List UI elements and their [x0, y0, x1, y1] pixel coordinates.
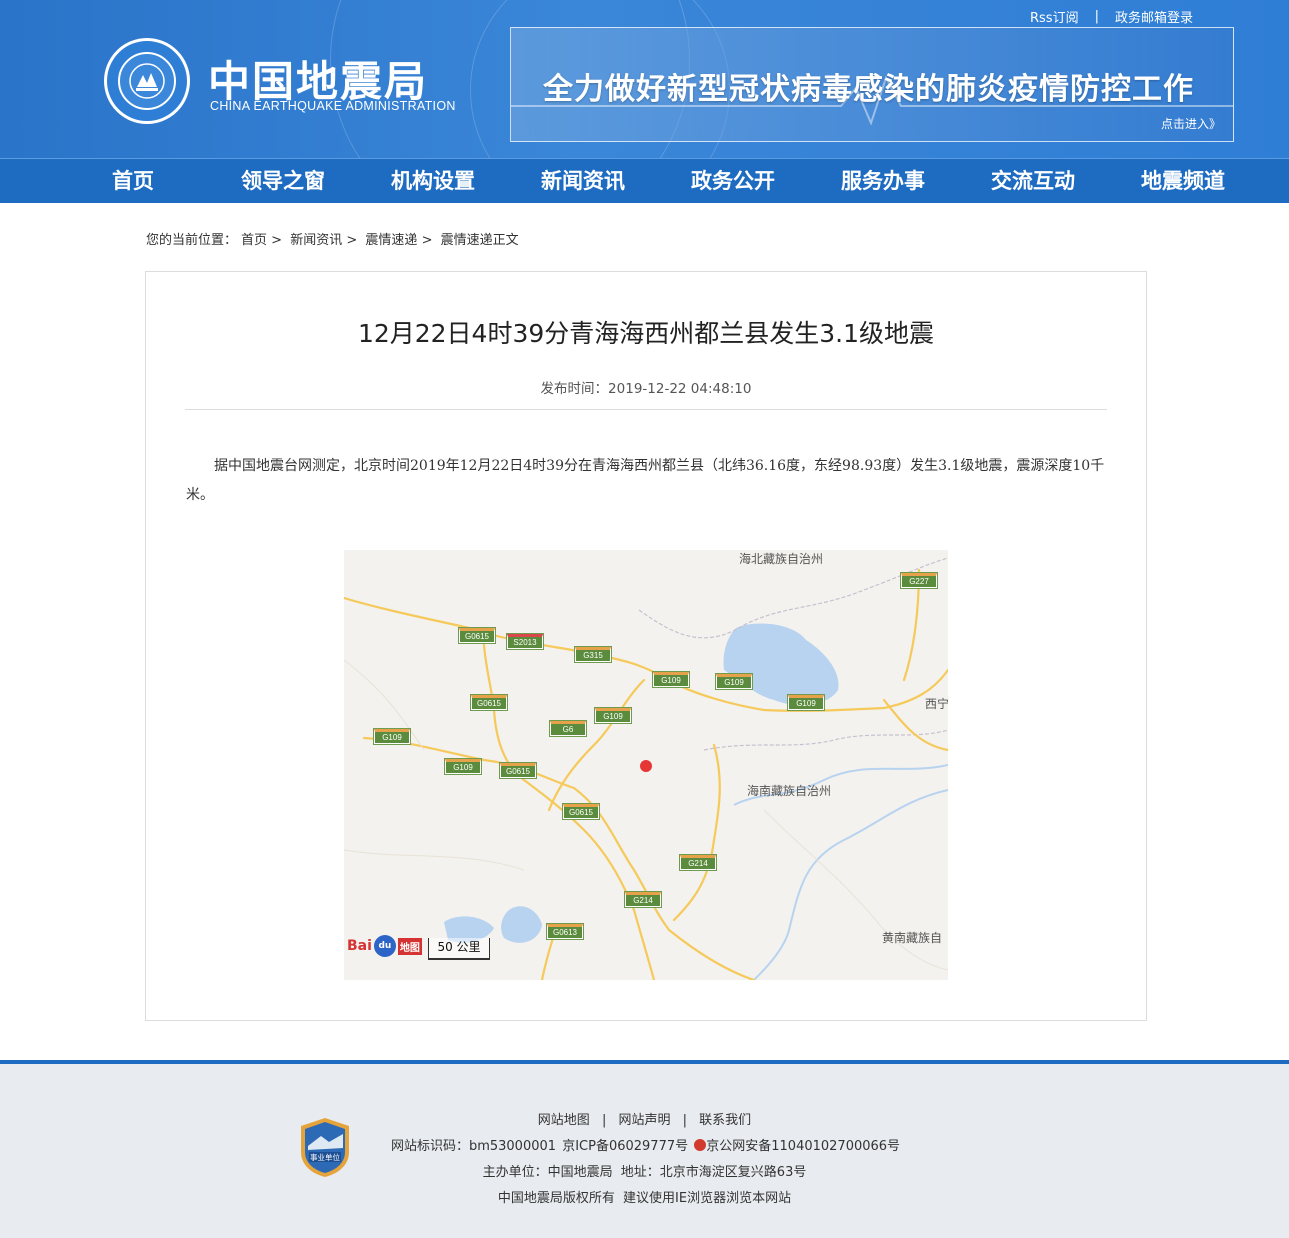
nav-item-news[interactable]: 新闻资讯 — [508, 159, 658, 204]
mail-login-link[interactable]: 政务邮箱登录 — [1115, 7, 1193, 26]
footer-link-statement[interactable]: 网站声明 — [618, 1113, 670, 1128]
road-shield: G0615 — [459, 628, 495, 643]
site-header: Rss订阅 | 政务邮箱登录 中国地震局 CHINA EARTHQUAKE AD… — [0, 0, 1289, 158]
article-title: 12月22日4时39分青海海西州都兰县发生3.1级地震 — [357, 319, 935, 348]
epidemic-banner[interactable]: 全力做好新型冠状病毒感染的肺炎疫情防控工作 点击进入》 — [510, 27, 1234, 142]
map-label-xining: 西宁 — [925, 697, 948, 711]
main-nav: 首页 领导之窗 机构设置 新闻资讯 政务公开 服务办事 交流互动 地震频道 — [0, 158, 1289, 203]
host-unit: 主办单位：中国地震局 — [482, 1165, 613, 1180]
logo-emblem[interactable] — [104, 38, 190, 124]
site-identifier: 网站标识码：bm53000001 — [390, 1139, 557, 1154]
rss-link[interactable]: Rss订阅 — [1030, 7, 1079, 26]
nav-item-leaders[interactable]: 领导之窗 — [208, 159, 358, 204]
nav-item-interaction[interactable]: 交流互动 — [958, 159, 1108, 204]
map-label-haibei: 海北藏族自治州 — [739, 552, 824, 566]
separator: | — [682, 1113, 688, 1128]
breadcrumb-sep: > — [271, 233, 283, 248]
road-shield: S2013 — [507, 634, 543, 649]
footer-links: 网站地图 | 网站声明 | 联系我们 — [0, 1109, 1289, 1128]
address: 地址：北京市海淀区复兴路63号 — [620, 1165, 807, 1180]
baidu-paw-icon: du — [373, 935, 396, 957]
police-badge-icon — [694, 1139, 707, 1151]
road-shield: G6 — [550, 721, 586, 736]
browser-tip: 建议使用IE浏览器浏览本网站 — [623, 1191, 792, 1206]
road-shield: G0615 — [500, 763, 536, 778]
separator: | — [1094, 9, 1099, 24]
nav-item-services[interactable]: 服务办事 — [808, 159, 958, 204]
nav-item-government-affairs[interactable]: 政务公开 — [658, 159, 808, 204]
epicenter-map[interactable]: 海北藏族自治州 西宁 海南藏族自治州 黄南藏族自 G227 G0615 S201… — [344, 550, 948, 980]
icp-link[interactable]: 京ICP备06029777号 — [562, 1139, 688, 1154]
nav-item-organization[interactable]: 机构设置 — [358, 159, 508, 204]
site-footer: 事业单位 网站地图 | 网站声明 | 联系我们 网站标识码：bm53000001… — [0, 1060, 1289, 1238]
logo-title-en: CHINA EARTHQUAKE ADMINISTRATION — [210, 99, 456, 113]
road-shield: G315 — [575, 647, 611, 662]
road-shield: G214 — [625, 892, 661, 907]
road-shield: G109 — [374, 729, 410, 744]
footer-copyright-line: 中国地震局版权所有 建议使用IE浏览器浏览本网站 — [0, 1187, 1289, 1206]
copyright: 中国地震局版权所有 — [497, 1191, 615, 1206]
banner-title: 全力做好新型冠状病毒感染的肺炎疫情防控工作 — [543, 72, 1194, 107]
divider — [185, 409, 1107, 410]
footer-registration-line: 网站标识码：bm53000001 京ICP备06029777号 京公网安备110… — [0, 1135, 1289, 1154]
road-shield: G0615 — [471, 695, 507, 710]
baidu-map-label: 地图 — [397, 937, 422, 955]
top-links: Rss订阅 | 政务邮箱登录 — [1030, 7, 1193, 26]
breadcrumb-sep: > — [346, 233, 358, 248]
map-label-huangnan: 黄南藏族自 — [882, 931, 943, 945]
public-security-link[interactable]: 京公网安备11040102700066号 — [706, 1139, 900, 1154]
article-container: 12月22日4时39分青海海西州都兰县发生3.1级地震 发布时间：2019-12… — [145, 271, 1147, 1021]
road-shield: G109 — [716, 674, 752, 689]
road-shield: G0615 — [563, 804, 599, 819]
breadcrumb-home[interactable]: 首页 — [241, 233, 267, 248]
road-shield: G109 — [445, 759, 481, 774]
road-shield: G214 — [680, 855, 716, 870]
breadcrumb-sep: > — [421, 233, 433, 248]
epicenter-marker[interactable] — [640, 760, 652, 772]
separator: | — [601, 1113, 607, 1128]
road-shield: G109 — [653, 672, 689, 687]
nav-item-home[interactable]: 首页 — [58, 159, 208, 204]
road-shield: G109 — [788, 695, 824, 710]
emblem-graphic — [129, 63, 165, 99]
footer-host-line: 主办单位：中国地震局 地址：北京市海淀区复兴路63号 — [0, 1161, 1289, 1180]
breadcrumb-prefix: 您的当前位置： — [146, 233, 238, 248]
publish-time: 发布时间：2019-12-22 04:48:10 — [540, 381, 752, 397]
banner-enter-link[interactable]: 点击进入》 — [1161, 115, 1221, 132]
map-label-hainan: 海南藏族自治州 — [747, 784, 832, 798]
breadcrumb-current: 震情速递正文 — [440, 233, 519, 248]
road-shield: G0613 — [547, 924, 583, 939]
nav-item-earthquake-channel[interactable]: 地震频道 — [1108, 159, 1258, 204]
breadcrumb: 您的当前位置： 首页 > 新闻资讯 > 震情速递 > 震情速递正文 — [146, 229, 523, 248]
map-scale-bar: 50 公里 — [428, 938, 490, 960]
baidu-map-logo[interactable]: Bai du 地图 — [347, 935, 422, 957]
emblem-icon — [118, 52, 176, 110]
footer-link-contact[interactable]: 联系我们 — [699, 1113, 751, 1128]
breadcrumb-quake-reports[interactable]: 震情速递 — [365, 233, 417, 248]
article-body: 据中国地震台网测定，北京时间2019年12月22日4时39分在青海海西州都兰县（… — [186, 458, 1105, 503]
road-shield: G109 — [595, 708, 631, 723]
footer-link-sitemap[interactable]: 网站地图 — [538, 1113, 590, 1128]
breadcrumb-news[interactable]: 新闻资讯 — [290, 233, 342, 248]
road-shield: G227 — [901, 573, 937, 588]
baidu-logo-text: Bai — [347, 938, 372, 954]
